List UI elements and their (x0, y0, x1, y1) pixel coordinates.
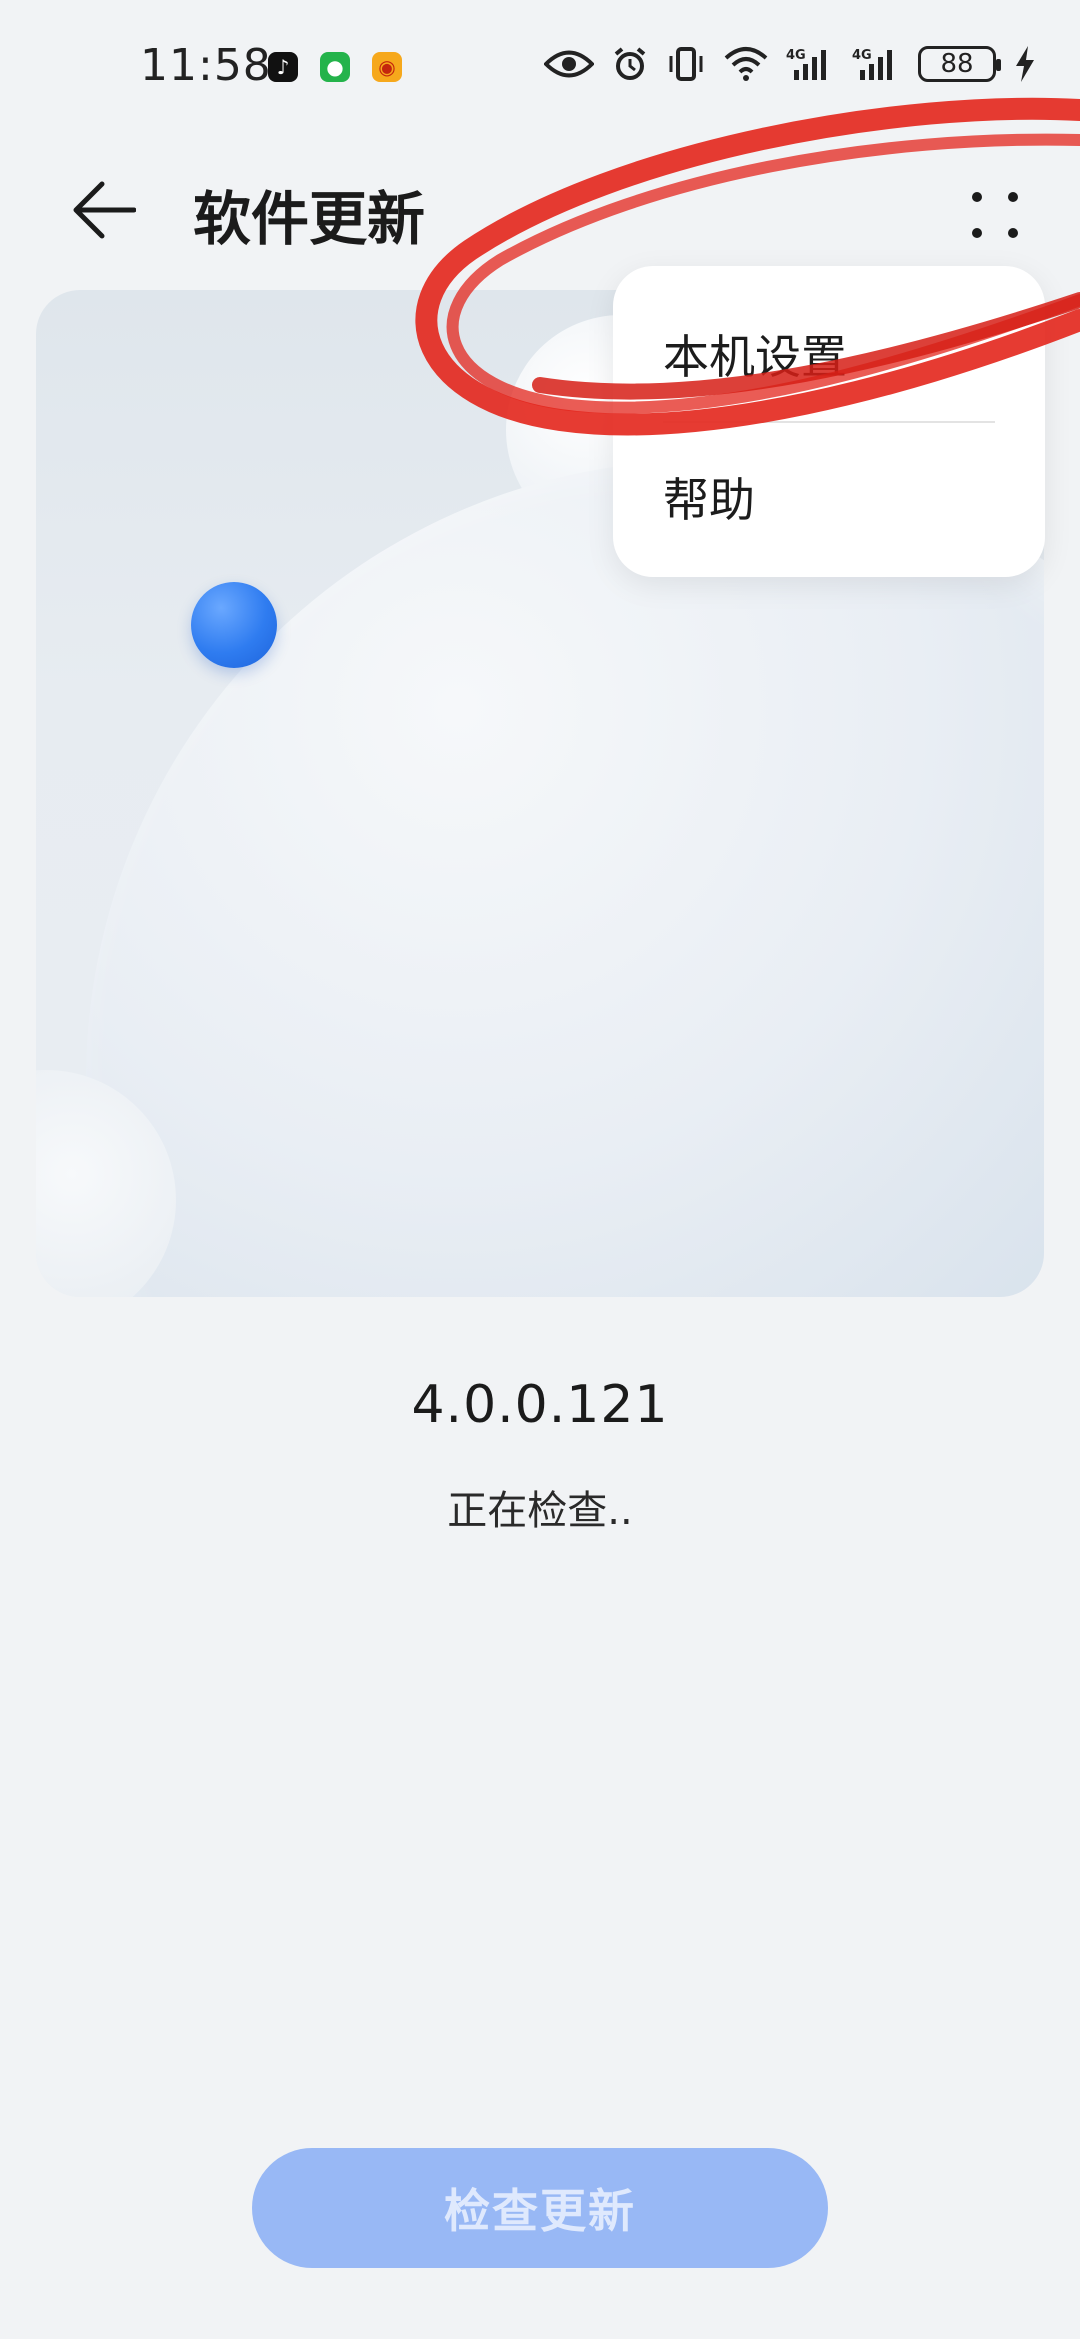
status-bar: 11:58 ♪ ● ◉ 4G 4G 88 (0, 0, 1080, 140)
charging-icon (1016, 46, 1034, 82)
back-button[interactable] (64, 170, 144, 250)
overflow-menu: 本机设置 帮助 (613, 266, 1045, 577)
vibrate-icon (669, 47, 703, 81)
more-dots-icon (972, 192, 1018, 238)
alarm-icon (614, 47, 646, 80)
app-header: 软件更新 (0, 150, 1080, 270)
notification-icons: ♪ ● ◉ (268, 52, 402, 82)
back-arrow-icon (73, 181, 136, 239)
menu-divider (663, 421, 995, 423)
page-title: 软件更新 (193, 185, 426, 253)
menu-item-device-settings[interactable]: 本机设置 (663, 321, 847, 387)
software-update-screen: 11:58 ♪ ● ◉ 4G 4G 88 软件更新 本机设置 帮助 4.0.0.… (0, 0, 1080, 2339)
menu-item-help[interactable]: 帮助 (663, 464, 755, 530)
more-options-button[interactable] (950, 170, 1040, 260)
status-indicators: 4G 4G 88 (544, 46, 1036, 82)
battery-icon: 88 (918, 46, 1001, 82)
version-number: 4.0.0.121 (411, 1375, 669, 1435)
blue-ball (191, 582, 277, 668)
eye-icon (544, 50, 594, 78)
weibo-icon: ◉ (372, 52, 402, 82)
svg-text:4G: 4G (786, 48, 806, 63)
status-time: 11:58 (140, 40, 272, 91)
check-update-button[interactable]: 检查更新 (252, 2148, 828, 2268)
tiktok-icon: ♪ (268, 52, 298, 82)
signal-4g-icon: 4G (786, 48, 826, 80)
checking-status: 正在检查.. (447, 1488, 633, 1534)
wifi-icon (724, 47, 768, 81)
svg-text:4G: 4G (852, 48, 872, 63)
wechat-icon: ● (320, 52, 350, 82)
signal-4g-icon: 4G (852, 48, 892, 80)
